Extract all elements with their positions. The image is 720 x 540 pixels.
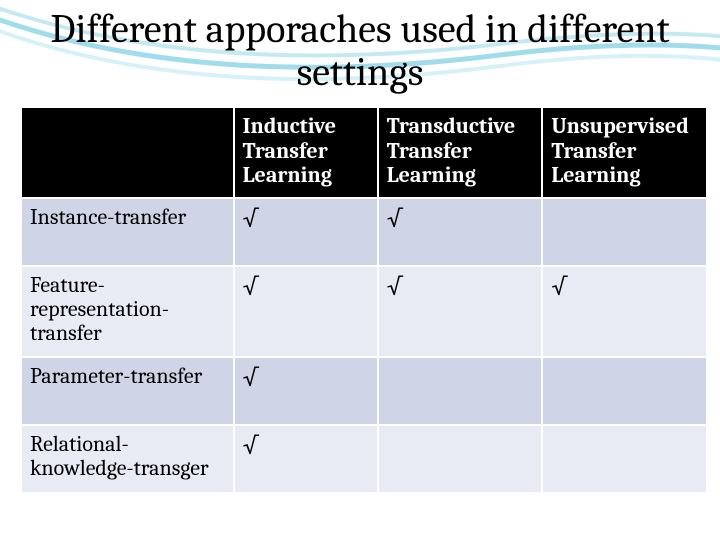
header-inductive: Inductive Transfer Learning [234, 107, 378, 198]
row-label: Parameter-transfer [21, 357, 234, 425]
cell: √ [234, 198, 378, 266]
row-label: Feature-representation-transfer [21, 266, 234, 357]
cell: √ [542, 266, 707, 357]
cell [378, 357, 543, 425]
cell [378, 425, 543, 493]
row-label: Relational-knowledge-transger [21, 425, 234, 493]
header-blank [21, 107, 234, 198]
cell: √ [234, 425, 378, 493]
cell: √ [234, 357, 378, 425]
cell: √ [234, 266, 378, 357]
header-unsupervised: Unsupervised Transfer Learning [542, 107, 707, 198]
cell: √ [378, 266, 543, 357]
cell [542, 425, 707, 493]
table-row: Relational-knowledge-transger √ [21, 425, 707, 493]
cell [542, 357, 707, 425]
table-header-row: Inductive Transfer Learning Transductive… [21, 107, 707, 198]
row-label: Instance-transfer [21, 198, 234, 266]
cell: √ [378, 198, 543, 266]
table-row: Instance-transfer √ √ [21, 198, 707, 266]
comparison-table: Inductive Transfer Learning Transductive… [20, 106, 708, 493]
header-transductive: Transductive Transfer Learning [378, 107, 543, 198]
table-row: Parameter-transfer √ [21, 357, 707, 425]
cell [542, 198, 707, 266]
slide-title: Different apporaches used in different s… [0, 0, 720, 94]
table-row: Feature-representation-transfer √ √ √ [21, 266, 707, 357]
